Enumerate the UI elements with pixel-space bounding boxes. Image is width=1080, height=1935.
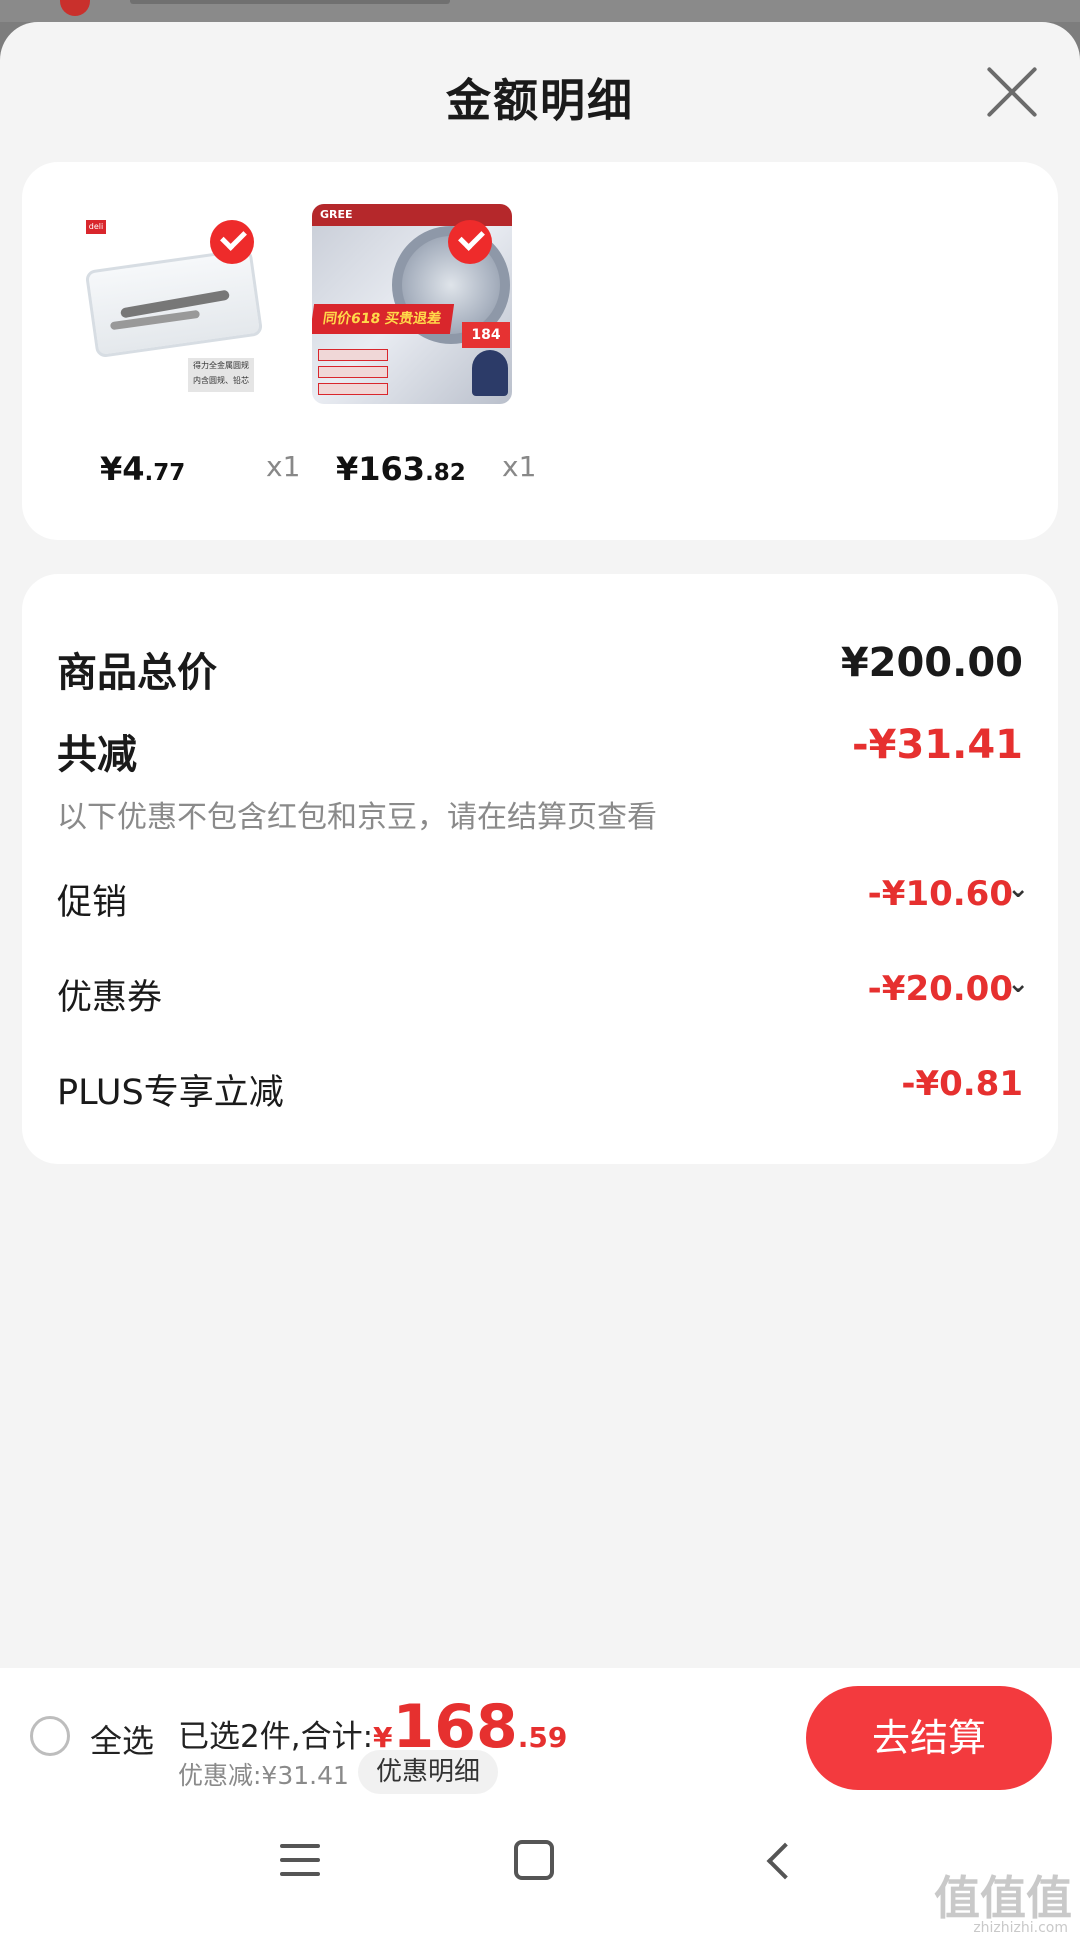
sheet-title: 金额明细: [445, 74, 634, 127]
system-nav-bar: 值值值 zhizhizhi.com: [0, 1802, 1080, 1935]
feature-tag: [318, 383, 388, 395]
total-price-value: ¥200.00: [840, 640, 1023, 686]
chevron-down-icon[interactable]: ⌄: [1007, 874, 1029, 904]
discount-summary: 优惠减:¥31.41: [178, 1761, 349, 1790]
selected-count-text: 已选2件,合计:: [178, 1719, 374, 1755]
total-reduction-value: -¥31.41: [852, 722, 1023, 768]
background-icon: [60, 0, 90, 16]
menu-icon[interactable]: [280, 1842, 320, 1878]
coupon-value: -¥20.00 ⌄: [867, 969, 1029, 1009]
product-card: deli 得力全金属圆规 内含圆规、铅芯 ¥4.77 x1 GREE 同价618…: [22, 162, 1058, 540]
discount-detail-button[interactable]: 优惠明细: [358, 1750, 499, 1794]
feature-tag: [318, 366, 388, 378]
watermark-logo: 值值值: [934, 1871, 1072, 1925]
promo-banner: 同价618 买贵退差: [312, 304, 455, 334]
checkout-button[interactable]: 去结算: [806, 1686, 1052, 1790]
product-label: 得力全金属圆规 内含圆规、铅芯: [188, 358, 254, 392]
product-item[interactable]: GREE 同价618 买贵退差 184 ¥163.82 x1: [312, 204, 536, 488]
coupon-label: 优惠券: [57, 978, 163, 1018]
product-image: GREE 同价618 买贵退差 184: [312, 204, 512, 404]
product-quantity: x1: [266, 450, 301, 483]
spokesperson-image: [472, 350, 508, 396]
checkmark-icon[interactable]: [448, 220, 492, 264]
plus-discount-value: -¥0.81: [901, 1064, 1023, 1104]
total-price-label: 商品总价: [57, 650, 217, 696]
select-all-radio[interactable]: [30, 1716, 70, 1756]
chevron-down-icon[interactable]: ⌄: [1007, 969, 1029, 999]
reduction-note: 以下优惠不包含红包和京豆，请在结算页查看: [57, 800, 657, 835]
product-image: deli 得力全金属圆规 内含圆规、铅芯: [70, 204, 270, 404]
product-price: ¥163.82: [336, 450, 466, 488]
background-text: [130, 0, 450, 4]
promotion-label: 促销: [57, 883, 128, 923]
brand-logo: deli: [86, 220, 106, 234]
close-icon[interactable]: [984, 64, 1040, 120]
home-icon[interactable]: [514, 1840, 554, 1880]
total-reduction-label: 共减: [57, 732, 137, 778]
promo-price-tag: 184: [462, 322, 510, 348]
price-detail-card: 商品总价 ¥200.00 共减 -¥31.41 以下优惠不包含红包和京豆，请在结…: [22, 574, 1058, 1164]
plus-discount-label: PLUS专享立减: [57, 1073, 284, 1113]
feature-tag: [318, 349, 388, 361]
sheet-header: 金额明细: [0, 22, 1080, 162]
amount-detail-sheet: 金额明细 deli 得力全金属圆规 内含圆规、铅芯 ¥4.77 x1 GREE …: [0, 22, 1080, 1935]
promotion-value: -¥10.60 ⌄: [867, 874, 1029, 914]
background-page-strip: [0, 0, 1080, 22]
product-quantity: x1: [502, 450, 537, 483]
select-all-label[interactable]: 全选: [90, 1716, 154, 1762]
product-item[interactable]: deli 得力全金属圆规 内含圆规、铅芯 ¥4.77 x1: [70, 204, 300, 488]
product-price: ¥4.77: [100, 450, 186, 488]
back-icon[interactable]: [760, 1842, 796, 1878]
watermark-site: zhizhizhi.com: [973, 1920, 1068, 1935]
checkmark-icon[interactable]: [210, 220, 254, 264]
checkout-bar: 全选 已选2件,合计:¥168.59 优惠减:¥31.41 优惠明细 去结算: [0, 1668, 1080, 1802]
